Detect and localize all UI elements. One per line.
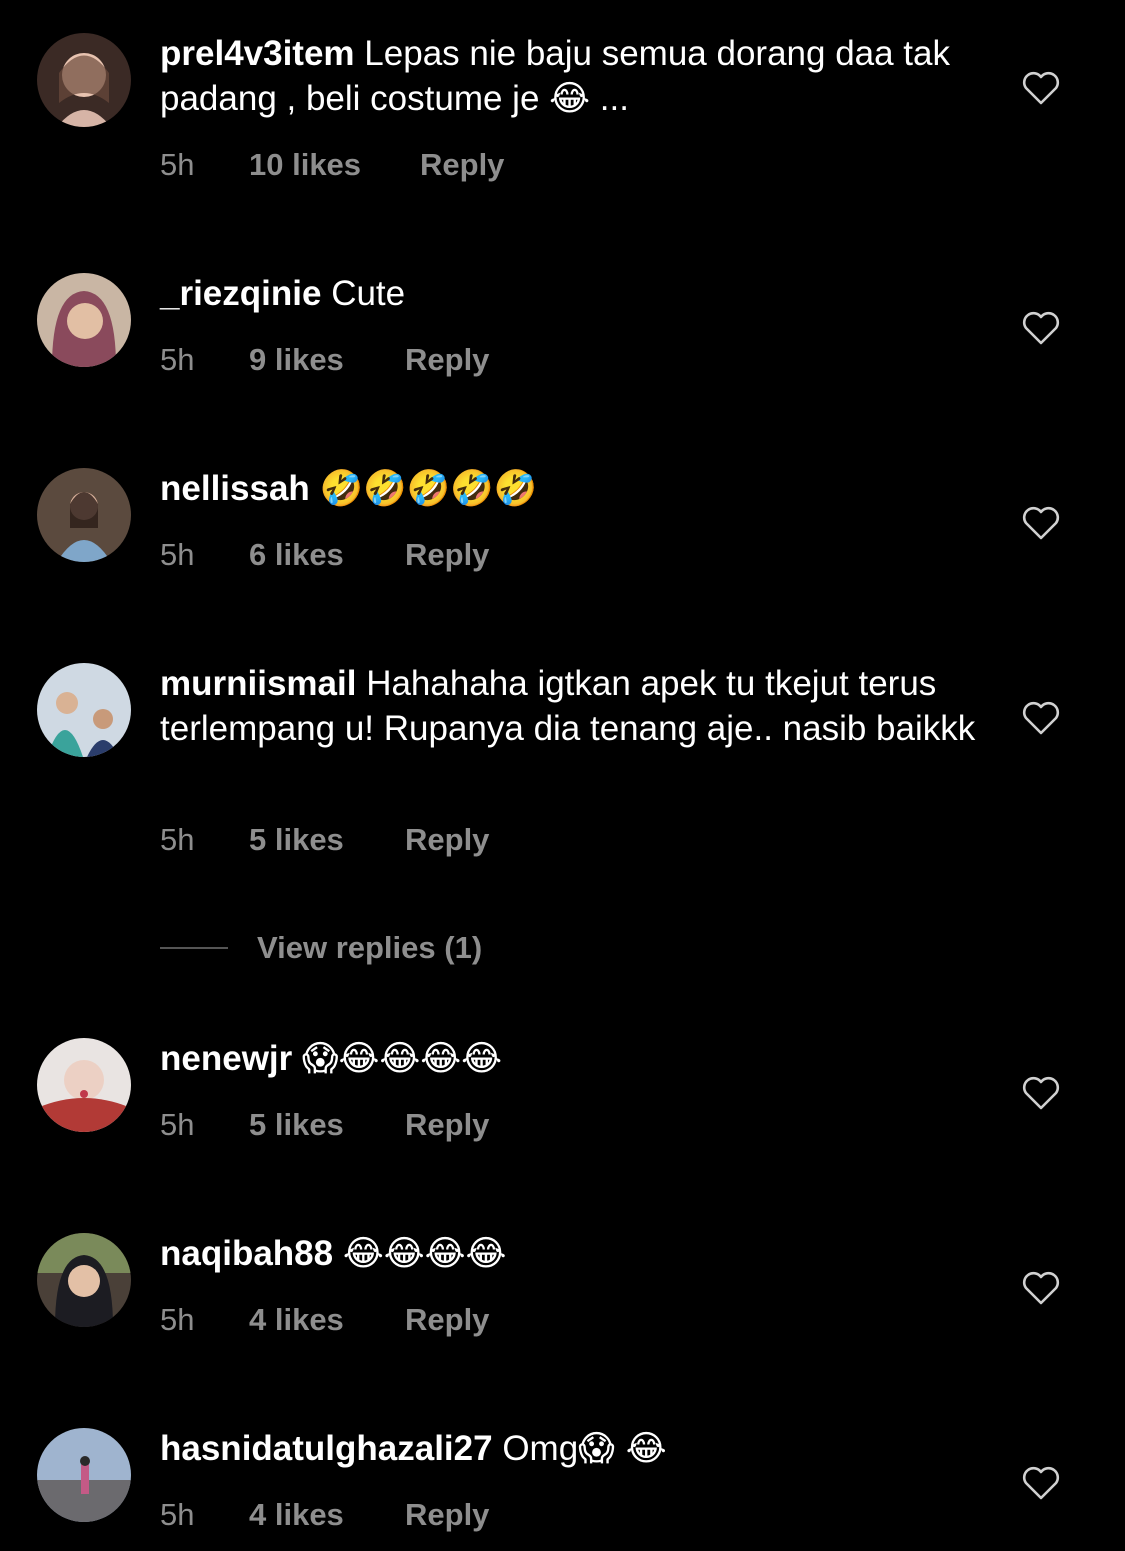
view-replies-label[interactable]: View replies (1) <box>257 930 482 966</box>
heart-icon[interactable] <box>1021 1269 1061 1307</box>
reply-button[interactable]: Reply <box>405 537 489 573</box>
comment-text: nellissah 🤣🤣🤣🤣🤣 <box>160 466 980 512</box>
comment-meta: 5h 4 likes Reply <box>160 1300 489 1340</box>
emoji: 🤣🤣🤣🤣🤣 <box>319 469 538 509</box>
avatar[interactable] <box>37 33 131 127</box>
avatar[interactable] <box>37 1428 131 1522</box>
comment-meta: 5h 4 likes Reply <box>160 1495 489 1535</box>
username[interactable]: prel4v3item <box>160 34 355 73</box>
more-ellipsis[interactable]: ... <box>590 79 629 118</box>
timestamp: 5h <box>160 342 195 377</box>
heart-icon[interactable] <box>1021 1464 1061 1502</box>
emoji: 😱😂😂😂😂 <box>302 1039 503 1079</box>
emoji: 😂😂😂😂 <box>342 1234 507 1274</box>
timestamp: 5h <box>160 537 195 572</box>
timestamp: 5h <box>160 1107 195 1142</box>
comment-text: murniismail Hahahaha igtkan apek tu tkej… <box>160 661 980 751</box>
comment-text: prel4v3item Lepas nie baju semua dorang … <box>160 31 980 122</box>
comment-text: hasnidatulghazali27 Omg😱 😂 <box>160 1426 980 1472</box>
comment-meta: 5h 10 likes Reply <box>160 145 504 185</box>
username[interactable]: murniismail <box>160 664 356 703</box>
comment-body: Cute <box>331 274 406 313</box>
avatar[interactable] <box>37 663 131 757</box>
view-replies-button[interactable]: View replies (1) <box>160 928 482 968</box>
timestamp: 5h <box>160 147 195 182</box>
heart-icon[interactable] <box>1021 1074 1061 1112</box>
divider <box>160 947 228 949</box>
avatar[interactable] <box>37 273 131 367</box>
comment-text: naqibah88 😂😂😂😂 <box>160 1231 980 1277</box>
heart-icon[interactable] <box>1021 69 1061 107</box>
username[interactable]: hasnidatulghazali27 <box>160 1429 493 1468</box>
reply-button[interactable]: Reply <box>420 147 504 183</box>
comment-body: Omg <box>502 1429 579 1468</box>
like-count[interactable]: 5 likes <box>249 1107 405 1143</box>
username[interactable]: nenewjr <box>160 1039 292 1078</box>
timestamp: 5h <box>160 1497 195 1532</box>
emoji: 😱 😂 <box>578 1429 667 1469</box>
username[interactable]: nellissah <box>160 469 310 508</box>
username[interactable]: naqibah88 <box>160 1234 333 1273</box>
timestamp: 5h <box>160 822 195 857</box>
reply-button[interactable]: Reply <box>405 342 489 378</box>
comment-meta: 5h 5 likes Reply <box>160 1105 489 1145</box>
like-count[interactable]: 5 likes <box>249 822 405 858</box>
like-count[interactable]: 4 likes <box>249 1302 405 1338</box>
heart-icon[interactable] <box>1021 504 1061 542</box>
heart-icon[interactable] <box>1021 699 1061 737</box>
comment-meta: 5h 9 likes Reply <box>160 340 489 380</box>
username[interactable]: _riezqinie <box>160 274 321 313</box>
like-count[interactable]: 9 likes <box>249 342 405 378</box>
like-count[interactable]: 4 likes <box>249 1497 405 1533</box>
comment-text: nenewjr 😱😂😂😂😂 <box>160 1036 980 1082</box>
avatar[interactable] <box>37 468 131 562</box>
comment-meta: 5h 5 likes Reply <box>160 820 489 860</box>
comment-meta: 5h 6 likes Reply <box>160 535 489 575</box>
avatar[interactable] <box>37 1233 131 1327</box>
emoji: 😂 <box>549 79 591 119</box>
reply-button[interactable]: Reply <box>405 1497 489 1533</box>
avatar[interactable] <box>37 1038 131 1132</box>
like-count[interactable]: 10 likes <box>249 147 420 183</box>
reply-button[interactable]: Reply <box>405 1107 489 1143</box>
comment-text: _riezqinie Cute <box>160 271 980 316</box>
heart-icon[interactable] <box>1021 309 1061 347</box>
reply-button[interactable]: Reply <box>405 822 489 858</box>
timestamp: 5h <box>160 1302 195 1337</box>
like-count[interactable]: 6 likes <box>249 537 405 573</box>
reply-button[interactable]: Reply <box>405 1302 489 1338</box>
